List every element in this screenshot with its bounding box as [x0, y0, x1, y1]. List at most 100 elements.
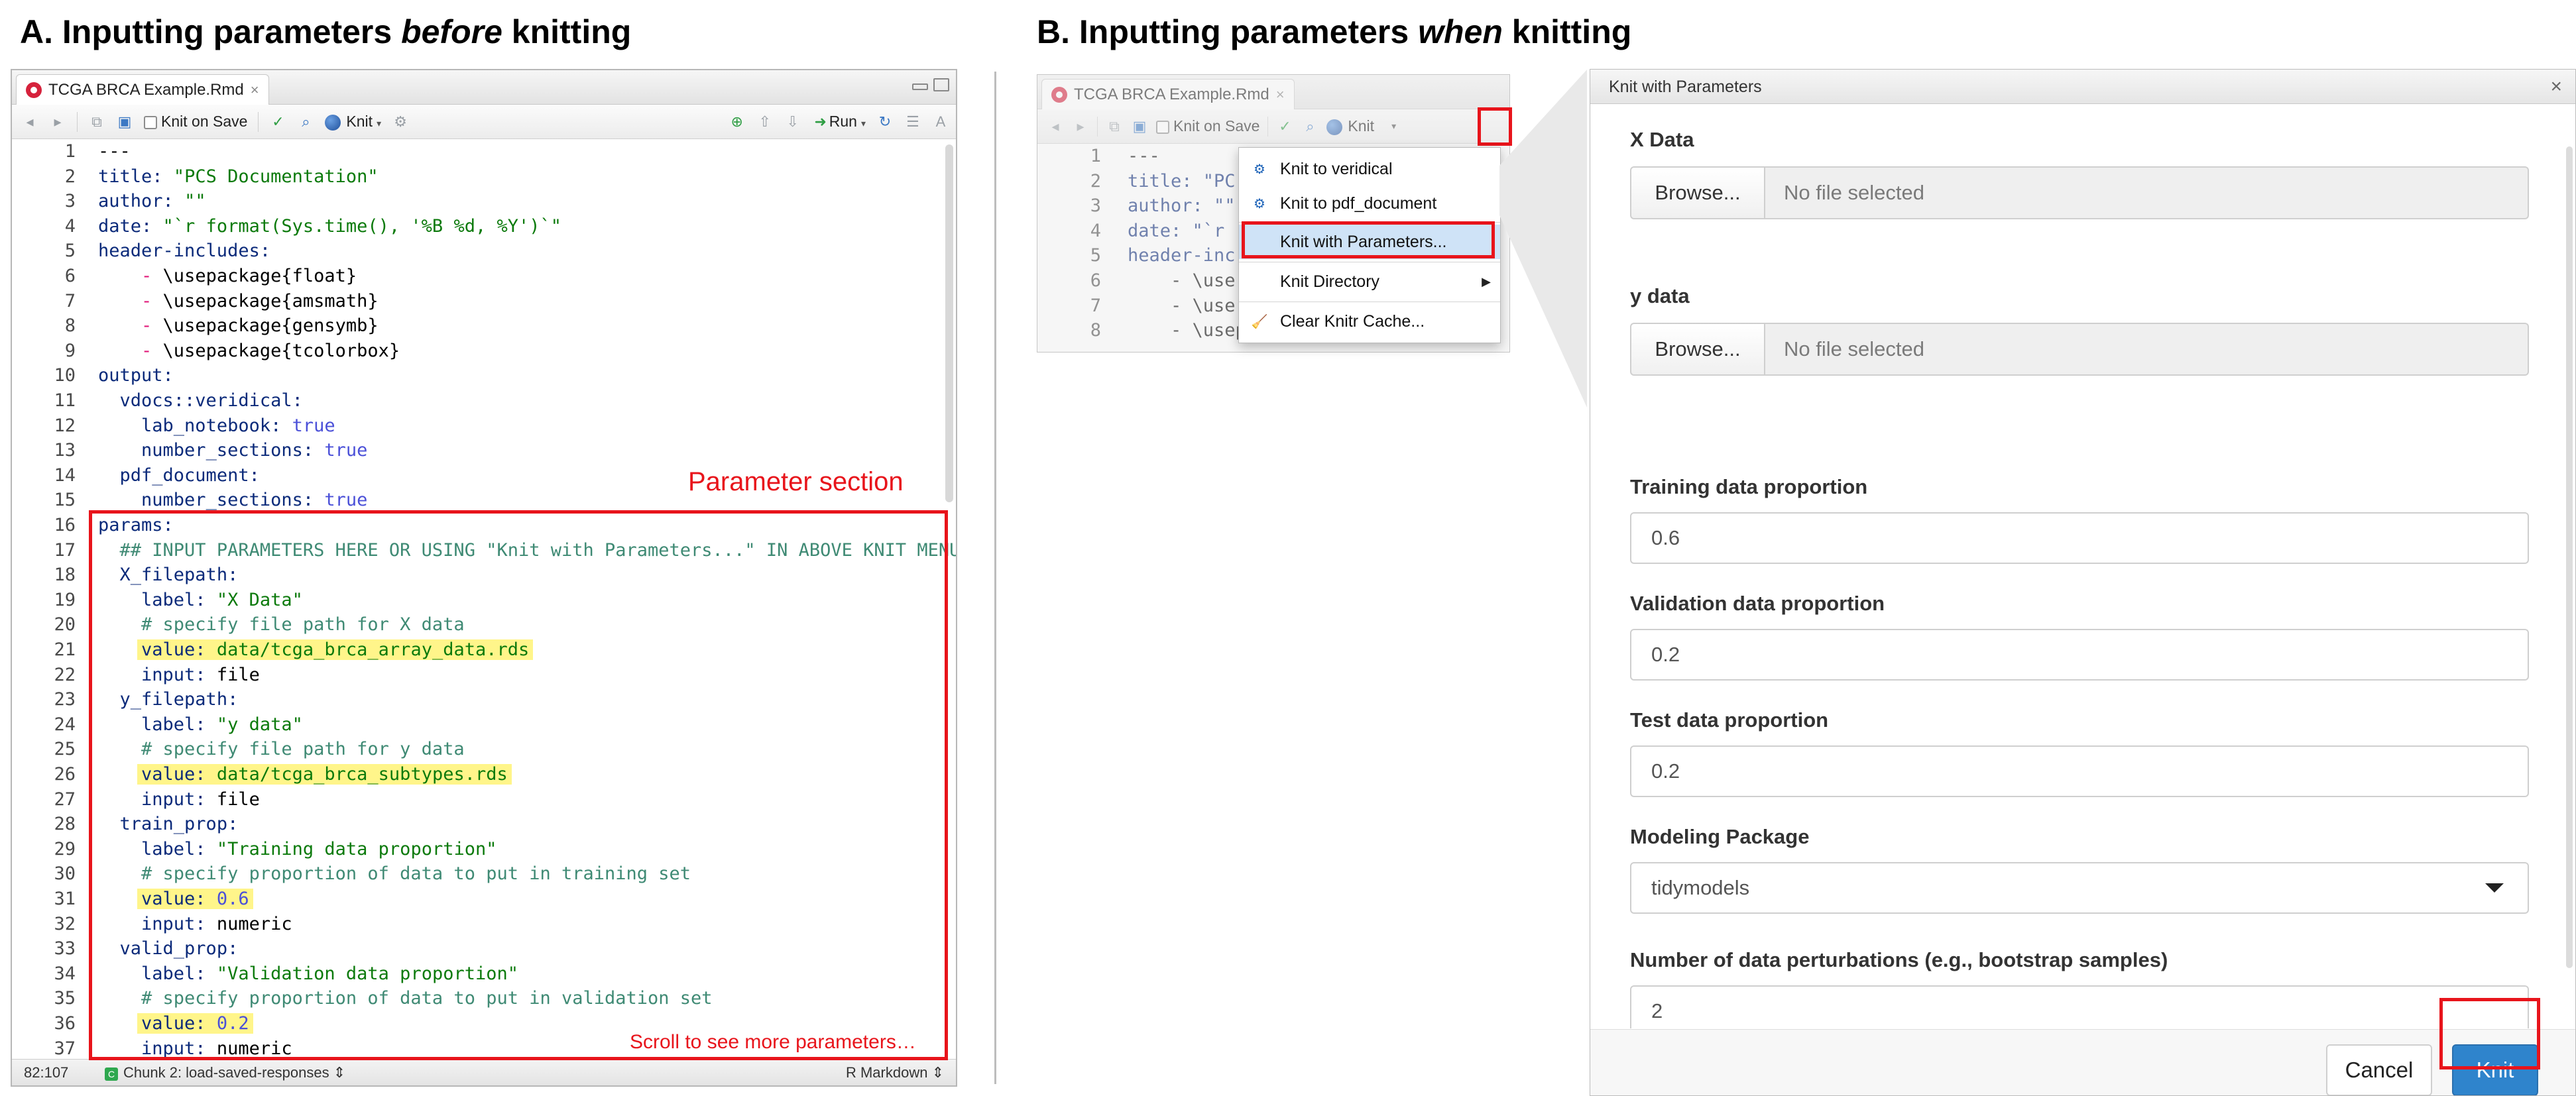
show-in-window-icon[interactable]: ⧉: [88, 113, 105, 131]
test-proportion-input[interactable]: 0.2: [1630, 745, 2529, 797]
editor-scrollbar[interactable]: [945, 144, 953, 502]
editor-status-bar: 82:107 C Chunk 2: load-saved-responses ⇕ …: [12, 1059, 956, 1085]
x-data-label: X Data: [1630, 128, 1694, 151]
search-icon[interactable]: ⌕: [1301, 118, 1318, 135]
heading-b-suffix: knitting: [1502, 13, 1632, 50]
validation-proportion-label: Validation data proportion: [1630, 592, 1885, 615]
menu-item-label: Knit to pdf_document: [1280, 193, 1437, 213]
knit-button[interactable]: Knit: [1326, 117, 1374, 135]
knit-on-save-checkbox[interactable]: Knit on Save: [144, 113, 247, 131]
knit-on-save-checkbox[interactable]: Knit on Save: [1156, 117, 1259, 135]
forward-arrow-icon[interactable]: ▸: [1072, 118, 1089, 135]
modeling-package-value: tidymodels: [1651, 876, 1750, 899]
close-icon[interactable]: ×: [2550, 70, 2562, 104]
dialog-scrollbar[interactable]: [2566, 146, 2573, 968]
dialog-footer: Cancel Knit: [1590, 1029, 2575, 1095]
x-data-file-input: Browse... No file selected: [1630, 166, 2529, 219]
y-data-file-input: Browse... No file selected: [1630, 323, 2529, 376]
editor-tab[interactable]: TCGA BRCA Example.Rmd ×: [16, 74, 269, 105]
modeling-package-label: Modeling Package: [1630, 825, 1810, 848]
panel-a-heading: A. Inputting parameters before knitting: [20, 12, 631, 52]
menu-item-knit-to-pdf[interactable]: ⚙ Knit to pdf_document: [1239, 186, 1500, 221]
submenu-arrow-icon: ▶: [1482, 274, 1491, 288]
data-perturbations-input[interactable]: 2: [1630, 985, 2529, 1028]
modeling-package-select[interactable]: tidymodels: [1630, 862, 2529, 914]
maximize-icon[interactable]: [933, 78, 949, 91]
parameter-section-label: Parameter section: [688, 467, 904, 496]
chunk-icon: C: [105, 1067, 118, 1081]
heading-a-prefix: A. Inputting parameters: [20, 13, 402, 50]
gear-icon: ⚙: [1254, 162, 1265, 177]
format-icon[interactable]: A: [932, 113, 949, 131]
editor-tab-bar: TCGA BRCA Example.Rmd ×: [1037, 75, 1509, 109]
run-button[interactable]: ➜ Run ▾: [812, 113, 866, 131]
chunk-navigator[interactable]: C Chunk 2: load-saved-responses ⇕: [105, 1064, 345, 1081]
knit-yarn-icon: [1326, 119, 1343, 135]
code-line: 12 lab_notebook: true: [54, 415, 335, 436]
panel-b-heading: B. Inputting parameters when knitting: [1037, 12, 1631, 52]
gear-icon[interactable]: ⚙: [392, 113, 409, 131]
close-icon[interactable]: ×: [1276, 86, 1285, 103]
save-icon[interactable]: ▣: [1131, 118, 1148, 135]
show-in-window-icon[interactable]: ⧉: [1106, 118, 1123, 135]
editor-tab-title: TCGA BRCA Example.Rmd: [48, 80, 244, 99]
menu-item-knit-directory[interactable]: Knit Directory ▶: [1239, 264, 1500, 299]
chevron-down-icon[interactable]: ▾: [377, 118, 381, 129]
training-proportion-input[interactable]: 0.6: [1630, 512, 2529, 564]
x-data-file-name: No file selected: [1765, 166, 2529, 219]
code-line: 7 - \usepackage{amsmath}: [64, 290, 379, 311]
save-icon[interactable]: ▣: [116, 113, 133, 131]
validation-proportion-input[interactable]: 0.2: [1630, 629, 2529, 681]
chunk-name: Chunk 2: load-saved-responses: [123, 1064, 329, 1081]
search-icon[interactable]: ⌕: [297, 113, 314, 131]
minimize-icon[interactable]: [912, 83, 928, 90]
menu-item-knit-to-veridical[interactable]: ⚙ Knit to veridical: [1239, 152, 1500, 186]
knit-with-parameters-highlight: [1242, 221, 1495, 258]
close-icon[interactable]: ×: [251, 82, 259, 99]
chevron-down-icon[interactable]: ▾: [861, 118, 866, 129]
up-chunk-icon[interactable]: ⇧: [756, 113, 774, 131]
dialog-title-bar: Knit with Parameters ×: [1590, 70, 2575, 104]
editor-toolbar: ◂ ▸ ⧉ ▣ Knit on Save ✓ ⌕ Knit ▾: [1037, 109, 1509, 144]
checkbox-icon[interactable]: [144, 115, 157, 129]
blank-icon: [1251, 273, 1268, 290]
knit-label: Knit: [346, 113, 373, 130]
knit-button[interactable]: Knit ▾: [325, 113, 381, 131]
toolbar-separator: [1267, 116, 1269, 137]
insert-chunk-icon[interactable]: ⊕: [729, 113, 746, 131]
forward-arrow-icon[interactable]: ▸: [49, 113, 66, 131]
y-data-browse-button[interactable]: Browse...: [1630, 323, 1765, 376]
editor-tab-bar: TCGA BRCA Example.Rmd ×: [12, 70, 956, 105]
knit-button-highlight: [2439, 998, 2540, 1069]
training-proportion-label: Training data proportion: [1630, 475, 1868, 498]
down-chunk-icon[interactable]: ⇩: [784, 113, 801, 131]
code-line: 4 date: "`r format(Sys.time(), '%B %d, %Y…: [64, 215, 561, 237]
spellcheck-icon[interactable]: ✓: [269, 113, 286, 131]
outline-icon[interactable]: ☰: [904, 113, 921, 131]
code-line: 5 header-includes:: [64, 241, 271, 262]
rerun-icon[interactable]: ↻: [876, 113, 894, 131]
x-data-browse-button[interactable]: Browse...: [1630, 166, 1765, 219]
heading-b-em: when: [1418, 13, 1503, 50]
code-line: 2 title: "PCS Documentation": [64, 166, 379, 187]
code-line: 10 output:: [54, 365, 174, 386]
rmarkdown-file-icon: [26, 82, 42, 98]
checkbox-icon[interactable]: [1156, 120, 1169, 134]
toolbar-separator: [77, 111, 78, 132]
knit-with-parameters-dialog: Knit with Parameters × X Data Browse... …: [1590, 69, 2576, 1096]
cancel-button[interactable]: Cancel: [2326, 1044, 2432, 1095]
editor-toolbar: ◂ ▸ ⧉ ▣ Knit on Save ✓ ⌕ Knit ▾ ⚙ ⊕ ⇧ ⇩ ➜…: [12, 105, 956, 139]
panel-divider: [994, 72, 996, 1084]
knit-label: Knit: [1348, 117, 1375, 135]
back-arrow-icon[interactable]: ◂: [21, 113, 38, 131]
file-type-selector[interactable]: R Markdown ⇕: [846, 1064, 944, 1081]
dialog-title: Knit with Parameters: [1609, 78, 1762, 96]
knit-menu-dropdown-icon[interactable]: ▾: [1391, 121, 1396, 132]
editor-tab[interactable]: TCGA BRCA Example.Rmd ×: [1041, 79, 1295, 109]
back-arrow-icon[interactable]: ◂: [1047, 118, 1064, 135]
menu-item-clear-knitr-cache[interactable]: 🧹 Clear Knitr Cache...: [1239, 304, 1500, 339]
menu-item-label: Knit to veridical: [1280, 159, 1393, 178]
run-arrow-icon: ➜: [814, 113, 827, 130]
scroll-note: Scroll to see more parameters…: [630, 1031, 916, 1053]
spellcheck-icon[interactable]: ✓: [1276, 118, 1293, 135]
